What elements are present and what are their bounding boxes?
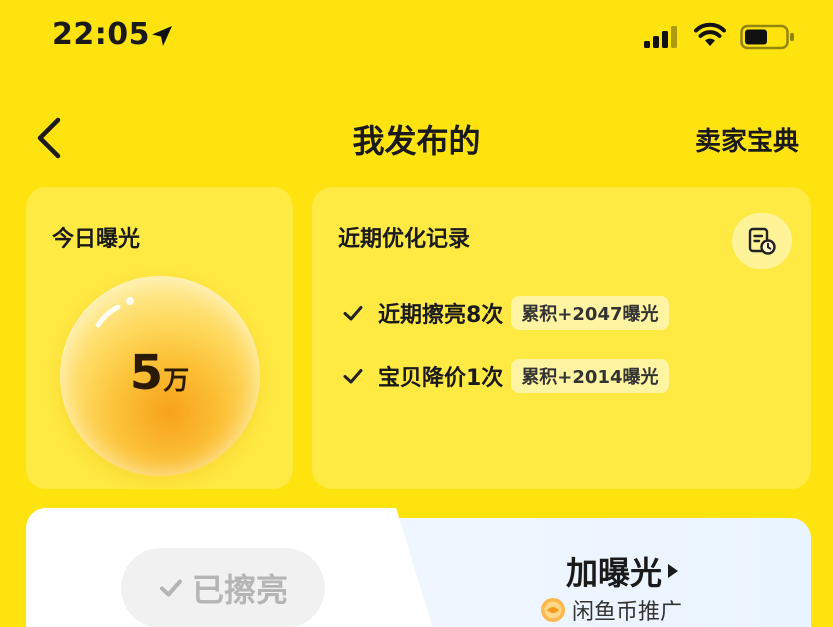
today-exposure-card: 今日曝光 5万: [26, 187, 293, 489]
promo-label: 闲鱼币推广: [572, 600, 683, 625]
action-panel: 已擦亮 加曝光 闲鱼币推广: [26, 508, 811, 627]
record-title: 近期优化记录: [338, 227, 471, 252]
polished-button[interactable]: 已擦亮: [121, 548, 325, 627]
exposure-value: 5万: [26, 345, 293, 401]
exposure-unit: 万: [163, 366, 190, 396]
exposure-number: 5: [129, 345, 164, 401]
record-history-button[interactable]: [732, 213, 792, 269]
battery-icon: [740, 24, 794, 50]
cellular-signal-icon: [644, 26, 677, 48]
boost-label: 加曝光: [566, 554, 663, 592]
status-time: 22:05: [52, 17, 150, 52]
record-text: 宝贝降价1次: [378, 366, 504, 391]
fish-coin-icon: [541, 598, 565, 622]
document-clock-icon: [748, 227, 776, 255]
check-icon: [159, 579, 182, 597]
optimization-record-card: 近期优化记录 近期擦亮8次 累积+2047曝光 宝贝降价1次 累积+2014曝光: [312, 187, 811, 489]
status-bar: 22:05: [0, 0, 833, 72]
check-icon: [343, 369, 363, 384]
ball-highlight: [95, 297, 134, 328]
record-text: 近期擦亮8次: [378, 303, 504, 328]
record-badge: 累积+2014曝光: [511, 359, 669, 393]
coin-promotion-link[interactable]: 闲鱼币推广: [540, 594, 682, 626]
location-arrow-icon: [152, 26, 172, 46]
check-icon: [343, 306, 363, 321]
polished-label: 已擦亮: [191, 571, 288, 609]
record-item: 宝贝降价1次 累积+2014曝光: [342, 359, 669, 393]
record-item: 近期擦亮8次 累积+2047曝光: [342, 296, 669, 330]
record-badge: 累积+2047曝光: [511, 296, 669, 330]
exposure-title: 今日曝光: [52, 227, 141, 252]
wifi-icon: [694, 22, 726, 46]
caret-right-icon: [668, 564, 679, 578]
seller-guide-link[interactable]: 卖家宝典: [695, 121, 799, 158]
boost-exposure-button[interactable]: 加曝光: [566, 548, 680, 594]
